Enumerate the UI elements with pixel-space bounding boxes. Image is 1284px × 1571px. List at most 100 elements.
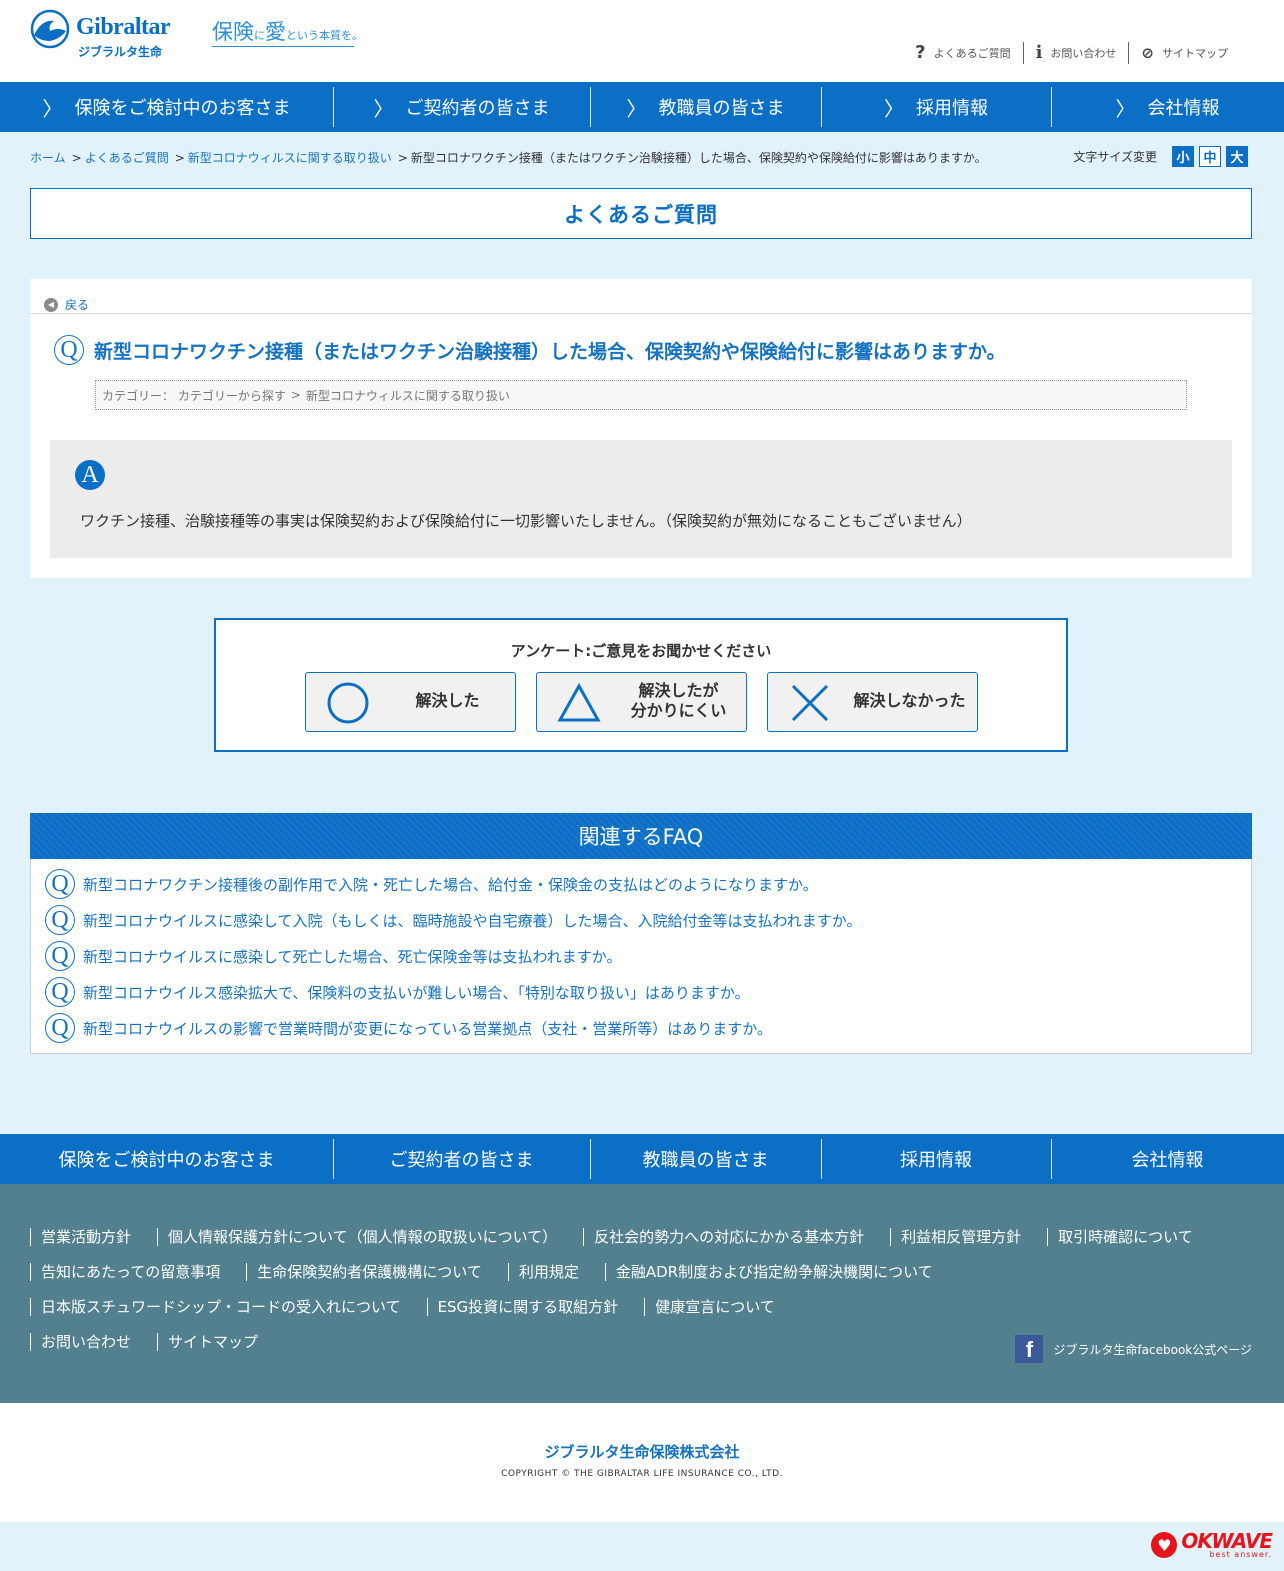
gibraltar-logo[interactable]: Gibraltar ジブラルタ生命 xyxy=(30,9,180,59)
footer-link[interactable]: 反社会的勢力への対応にかかる基本方針 xyxy=(583,1228,890,1246)
q-badge-icon: Q xyxy=(45,905,75,935)
related-faq-item[interactable]: Q 新型コロナウイルス感染拡大で、保険料の支払いが難しい場合、「特別な取り扱い」は… xyxy=(45,977,750,1007)
back-arrow-icon: ◀ xyxy=(44,297,58,312)
survey-not-resolved-button[interactable]: 解決しなかった xyxy=(767,672,978,732)
category-link[interactable]: 新型コロナウィルスに関する取り扱い xyxy=(306,387,510,404)
q-badge-icon: Q xyxy=(45,977,75,1007)
util-faq-link[interactable]: ? よくあるご質問 xyxy=(903,42,1022,64)
survey-unclear-button[interactable]: 解決したが 分かりにくい xyxy=(536,672,747,732)
q-badge-icon: Q xyxy=(54,335,84,365)
nav-policyholders[interactable]: 〉ご契約者の皆さま xyxy=(333,82,590,132)
logo-subtitle: ジブラルタ生命 xyxy=(78,45,163,59)
copyright-text: COPYRIGHT © THE GIBRALTAR LIFE INSURANCE… xyxy=(501,1469,783,1479)
breadcrumb-faq[interactable]: よくあるご質問 xyxy=(85,151,169,165)
footer-nav-prospective-customers[interactable]: 保険をご検討中のお客さま xyxy=(0,1134,333,1184)
divider xyxy=(30,313,1252,314)
footer-nav-company-info[interactable]: 会社情報 xyxy=(1051,1134,1284,1184)
chevron-right-icon: 〉 xyxy=(42,96,63,121)
nav-recruitment[interactable]: 〉採用情報 xyxy=(821,82,1051,132)
breadcrumb: ホーム > よくあるご質問 > 新型コロナウィルスに関する取り扱い > 新型コロナワクチン接… xyxy=(30,151,987,165)
nav-company-info[interactable]: 〉会社情報 xyxy=(1051,82,1284,132)
font-size-small-button[interactable]: 小 xyxy=(1172,146,1194,167)
heart-icon: ♥ xyxy=(1151,1532,1178,1558)
page-title: よくあるご質問 xyxy=(30,188,1252,239)
tagline-underline xyxy=(212,46,354,47)
answer-text: ワクチン接種、治験接種等の事実は保険契約および保険給付に一切影響いたしません。（… xyxy=(80,512,972,530)
tagline: 保険に愛という本質を。 xyxy=(212,20,363,44)
footer-links-row: 営業活動方針 個人情報保護方針について（個人情報の取扱いについて） 反社会的勢力… xyxy=(30,1228,1219,1246)
question-heading: Q 新型コロナワクチン接種（またはワクチン治験接種）した場合、保険契約や保険給付… xyxy=(54,335,1006,365)
related-faq-item[interactable]: Q 新型コロナウイルスの影響で営業時間が変更になっている営業拠点（支社・営業所等）… xyxy=(45,1013,772,1043)
nav-prospective-customers[interactable]: 〉保険をご検討中のお客さま xyxy=(0,82,333,132)
back-link[interactable]: ◀ 戻る xyxy=(44,296,89,313)
okwave-badge[interactable]: ♥ OKWAVE best answer. xyxy=(1151,1531,1273,1559)
footer-link[interactable]: サイトマップ xyxy=(157,1333,284,1351)
footer-link[interactable]: 営業活動方針 xyxy=(30,1228,157,1246)
company-name: ジブラルタ生命保険株式会社 xyxy=(544,1443,740,1461)
q-badge-icon: Q xyxy=(45,869,75,899)
breadcrumb-current: 新型コロナワクチン接種（またはワクチン治験接種）した場合、保険契約や保険給付に影… xyxy=(410,151,987,165)
footer-links: 営業活動方針 個人情報保護方針について（個人情報の取扱いについて） 反社会的勢力… xyxy=(0,1184,1284,1403)
breadcrumb-home[interactable]: ホーム xyxy=(30,151,66,165)
site-header: Gibraltar ジブラルタ生命 保険に愛という本質を。 ? よくあるご質問 i… xyxy=(0,0,1284,82)
util-contact-link[interactable]: i お問い合わせ xyxy=(1022,42,1129,64)
footer-link[interactable]: 日本版スチュワードシップ・コードの受入れについて xyxy=(30,1298,427,1316)
related-faq-item[interactable]: Q 新型コロナワクチン接種後の副作用で入院・死亡した場合、給付金・保険金の支払はど… xyxy=(45,869,818,899)
circle-icon xyxy=(327,682,369,724)
util-sitemap-link[interactable]: ⊘ サイトマップ xyxy=(1128,42,1240,64)
survey-box: アンケート:ご意見をお聞かせください 解決した 解決したが 分かりにくい 解決しな… xyxy=(214,618,1068,752)
footer-link[interactable]: 利益相反管理方針 xyxy=(890,1228,1047,1246)
copyright-section: ジブラルタ生命保険株式会社 COPYRIGHT © THE GIBRALTAR … xyxy=(0,1403,1284,1522)
logo-name: Gibraltar xyxy=(76,14,171,40)
footer-nav: 保険をご検討中のお客さま ご契約者の皆さま 教職員の皆さま 採用情報 会社情報 xyxy=(0,1134,1284,1184)
compass-icon: ⊘ xyxy=(1141,43,1154,62)
footer-link[interactable]: 告知にあたっての留意事項 xyxy=(30,1263,246,1281)
category-box: カテゴリー： カテゴリーから探す > 新型コロナウィルスに関する取り扱い xyxy=(95,380,1187,410)
faq-detail-panel: ◀ 戻る Q 新型コロナワクチン接種（またはワクチン治験接種）した場合、保険契約や… xyxy=(30,279,1252,578)
related-faq-heading: 関連するFAQ xyxy=(30,813,1252,859)
q-badge-icon: Q xyxy=(45,941,75,971)
category-root-link[interactable]: カテゴリーから探す xyxy=(178,387,286,404)
survey-resolved-button[interactable]: 解決した xyxy=(305,672,516,732)
cross-icon xyxy=(791,684,829,722)
main-nav: 〉保険をご検討中のお客さま 〉ご契約者の皆さま 〉教職員の皆さま 〉採用情報 〉… xyxy=(0,82,1284,132)
logo-emblem-icon xyxy=(30,9,70,49)
font-size-switcher: 文字サイズ変更 小 中 大 xyxy=(1073,146,1248,167)
font-size-large-button[interactable]: 大 xyxy=(1226,146,1248,167)
question-text: 新型コロナワクチン接種（またはワクチン治験接種）した場合、保険契約や保険給付に影… xyxy=(94,340,1006,363)
chevron-right-icon: 〉 xyxy=(1115,96,1136,121)
font-size-label: 文字サイズ変更 xyxy=(1073,150,1157,164)
footer-nav-school-staff[interactable]: 教職員の皆さま xyxy=(590,1134,821,1184)
breadcrumb-category[interactable]: 新型コロナウィルスに関する取り扱い xyxy=(188,151,392,165)
footer-link[interactable]: ESG投資に関する取組方針 xyxy=(426,1298,645,1316)
related-faq-item[interactable]: Q 新型コロナウイルスに感染して死亡した場合、死亡保険金等は支払われますか。 xyxy=(45,941,622,971)
utility-links: ? よくあるご質問 i お問い合わせ ⊘ サイトマップ xyxy=(903,42,1240,64)
nav-school-staff[interactable]: 〉教職員の皆さま xyxy=(590,82,821,132)
chevron-right-icon: 〉 xyxy=(884,96,904,121)
footer-nav-recruitment[interactable]: 採用情報 xyxy=(821,1134,1051,1184)
chevron-right-icon: 〉 xyxy=(626,96,647,121)
footer-links-row: 告知にあたっての留意事項 生命保険契約者保護機構について 利用規定 金融ADR制… xyxy=(30,1263,959,1281)
footer-links-row: お問い合わせ サイトマップ xyxy=(30,1333,284,1351)
footer-link[interactable]: 金融ADR制度および指定紛争解決機関について xyxy=(604,1263,959,1281)
footer-links-row: 日本版スチュワードシップ・コードの受入れについて ESG投資に関する取組方針 健… xyxy=(30,1298,801,1316)
triangle-icon xyxy=(557,682,601,722)
survey-title: アンケート:ご意見をお聞かせください xyxy=(510,642,772,660)
footer-nav-policyholders[interactable]: ご契約者の皆さま xyxy=(333,1134,590,1184)
question-icon: ? xyxy=(915,42,926,63)
q-badge-icon: Q xyxy=(45,1013,75,1043)
font-size-medium-button[interactable]: 中 xyxy=(1199,146,1221,167)
facebook-icon: f xyxy=(1015,1335,1044,1363)
related-faq-item[interactable]: Q 新型コロナウイルスに感染して入院（もしくは、臨時施設や自宅療養）した場合、入院… xyxy=(45,905,862,935)
footer-link[interactable]: お問い合わせ xyxy=(30,1333,157,1351)
a-badge-icon: A xyxy=(75,460,105,490)
chevron-right-icon: 〉 xyxy=(373,96,394,121)
footer-link[interactable]: 生命保険契約者保護機構について xyxy=(246,1263,508,1281)
answer-box: A ワクチン接種、治験接種等の事実は保険契約および保険給付に一切影響いたしません… xyxy=(50,440,1232,558)
footer-link[interactable]: 健康宣言について xyxy=(644,1298,801,1316)
footer-link[interactable]: 個人情報保護方針について（個人情報の取扱いについて） xyxy=(157,1228,583,1246)
facebook-link[interactable]: f ジブラルタ生命facebook公式ページ xyxy=(1015,1335,1252,1363)
footer-link[interactable]: 取引時確認について xyxy=(1047,1228,1219,1246)
footer-link[interactable]: 利用規定 xyxy=(507,1263,605,1281)
info-icon: i xyxy=(1035,42,1043,63)
